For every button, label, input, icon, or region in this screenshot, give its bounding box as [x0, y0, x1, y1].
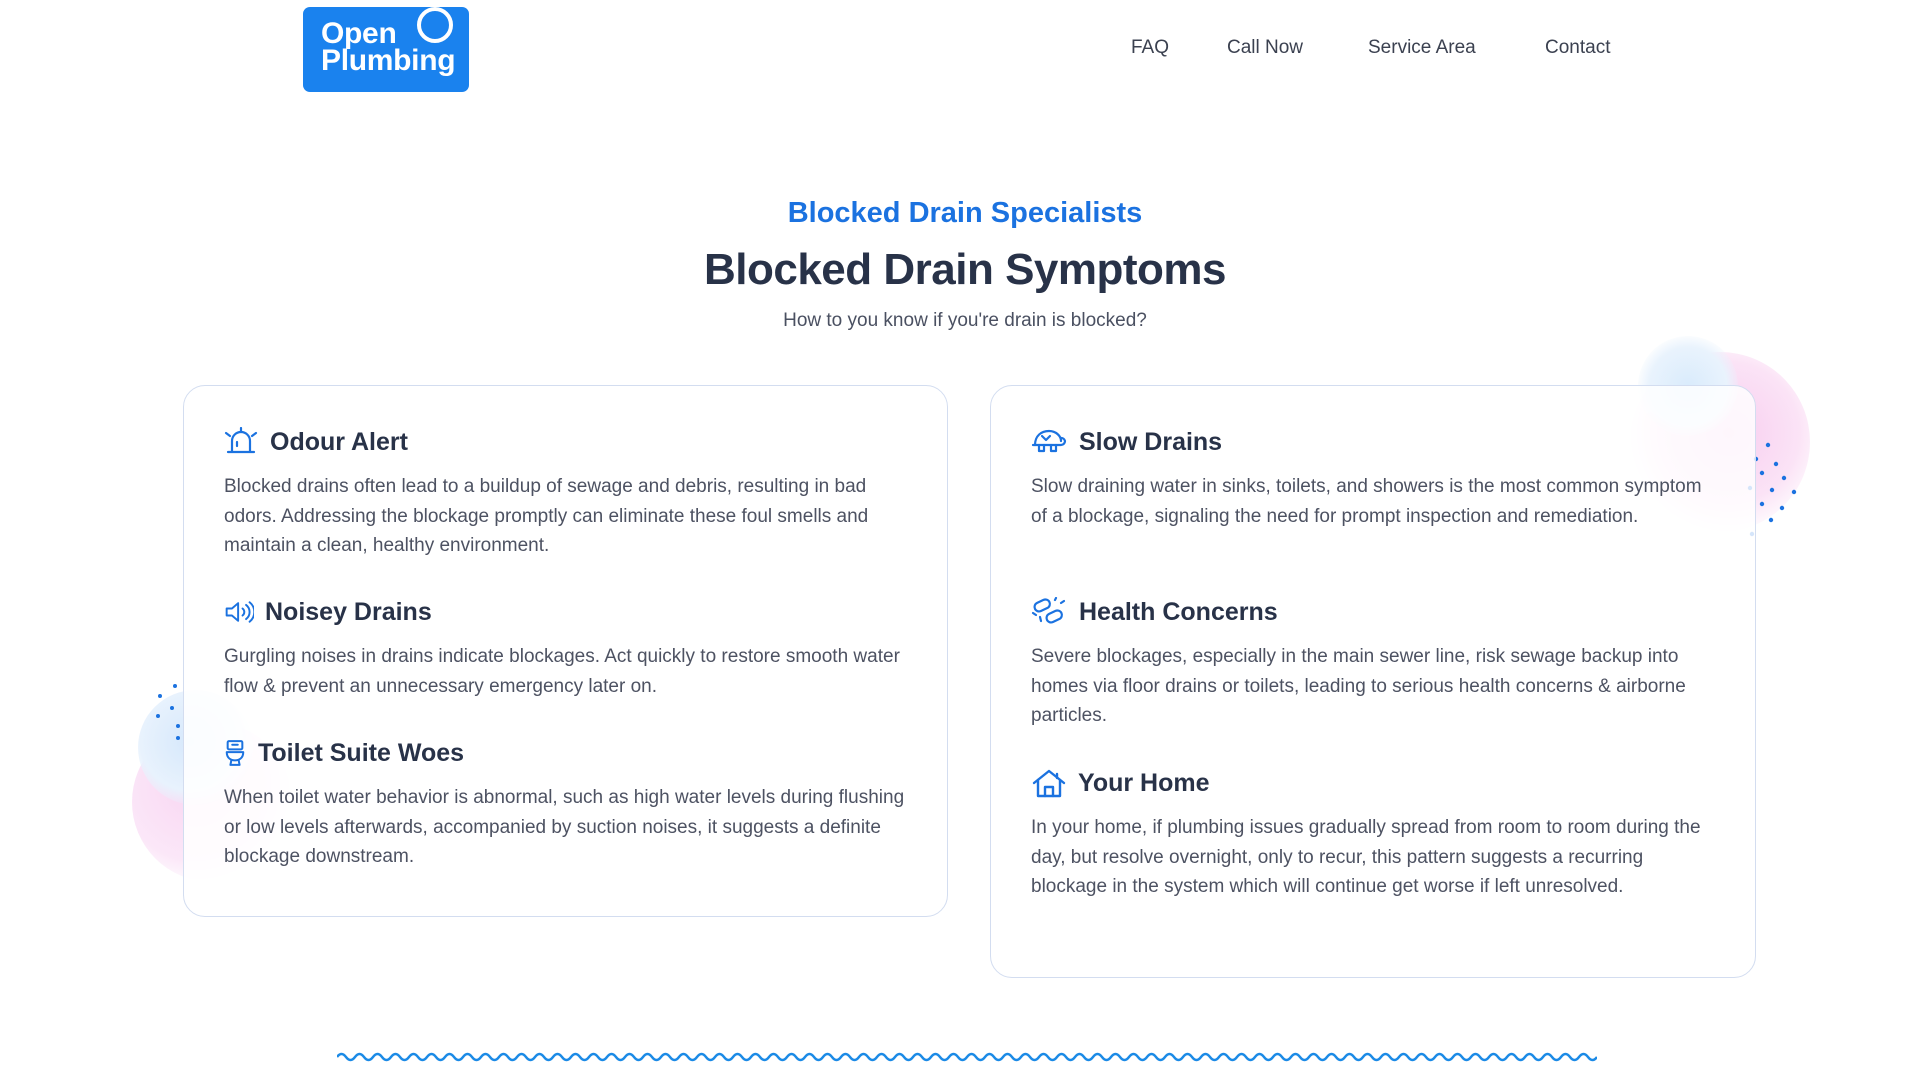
symptom-description: Severe blockages, especially in the main… — [1031, 646, 1686, 726]
nav-item-faq[interactable]: FAQ — [1131, 37, 1169, 59]
symptom-description: Gurgling noises in drains indicate block… — [224, 646, 900, 697]
home-icon — [1032, 769, 1066, 798]
nav-item-call-now[interactable]: Call Now — [1227, 37, 1303, 59]
logo-line-2: Plumbing — [321, 44, 456, 77]
symptom-title: Your Home — [1078, 768, 1210, 797]
page-title: Blocked Drain Symptoms — [703, 245, 1227, 294]
logo[interactable]: Open Plumbing — [303, 7, 469, 92]
toilet-icon — [225, 740, 245, 766]
symptom-item-home: Your Home In your home, if plumbing issu… — [1031, 767, 1715, 902]
symptom-item-slow: Slow Drains Slow draining water in sinks… — [1031, 426, 1715, 531]
symptom-title: Toilet Suite Woes — [258, 738, 465, 767]
section-eyebrow: Blocked Drain Specialists — [787, 197, 1143, 229]
symptoms-card-right: Slow Drains Slow draining water in sinks… — [990, 385, 1756, 978]
logo-ring-icon — [417, 7, 453, 43]
symptom-description: When toilet water behavior is abnormal, … — [224, 787, 905, 867]
symptom-title: Health Concerns — [1079, 597, 1278, 626]
turtle-icon — [1031, 429, 1067, 453]
bacteria-icon — [1031, 597, 1066, 624]
symptom-description: Slow draining water in sinks, toilets, a… — [1031, 476, 1702, 527]
symptoms-card-left: Odour Alert Blocked drains often lead to… — [183, 385, 948, 917]
symptom-item-toilet: Toilet Suite Woes When toilet water beha… — [224, 737, 907, 872]
wave-divider — [337, 1052, 1597, 1062]
speaker-icon — [225, 601, 254, 623]
symptom-description: In your home, if plumbing issues gradual… — [1031, 817, 1701, 897]
symptom-title: Odour Alert — [270, 427, 408, 456]
page-subtitle: How to you know if you're drain is block… — [783, 310, 1147, 331]
symptom-item-odour: Odour Alert Blocked drains often lead to… — [224, 426, 907, 561]
siren-icon — [224, 427, 258, 454]
symptom-title: Noisey Drains — [265, 597, 432, 626]
symptom-item-noisey: Noisey Drains Gurgling noises in drains … — [224, 596, 907, 701]
symptom-title: Slow Drains — [1079, 427, 1223, 456]
nav-item-service-area[interactable]: Service Area — [1368, 37, 1476, 59]
nav-item-contact[interactable]: Contact — [1545, 37, 1610, 59]
symptom-item-health: Health Concerns Severe blockages, especi… — [1031, 596, 1715, 731]
symptom-description: Blocked drains often lead to a buildup o… — [224, 476, 869, 556]
